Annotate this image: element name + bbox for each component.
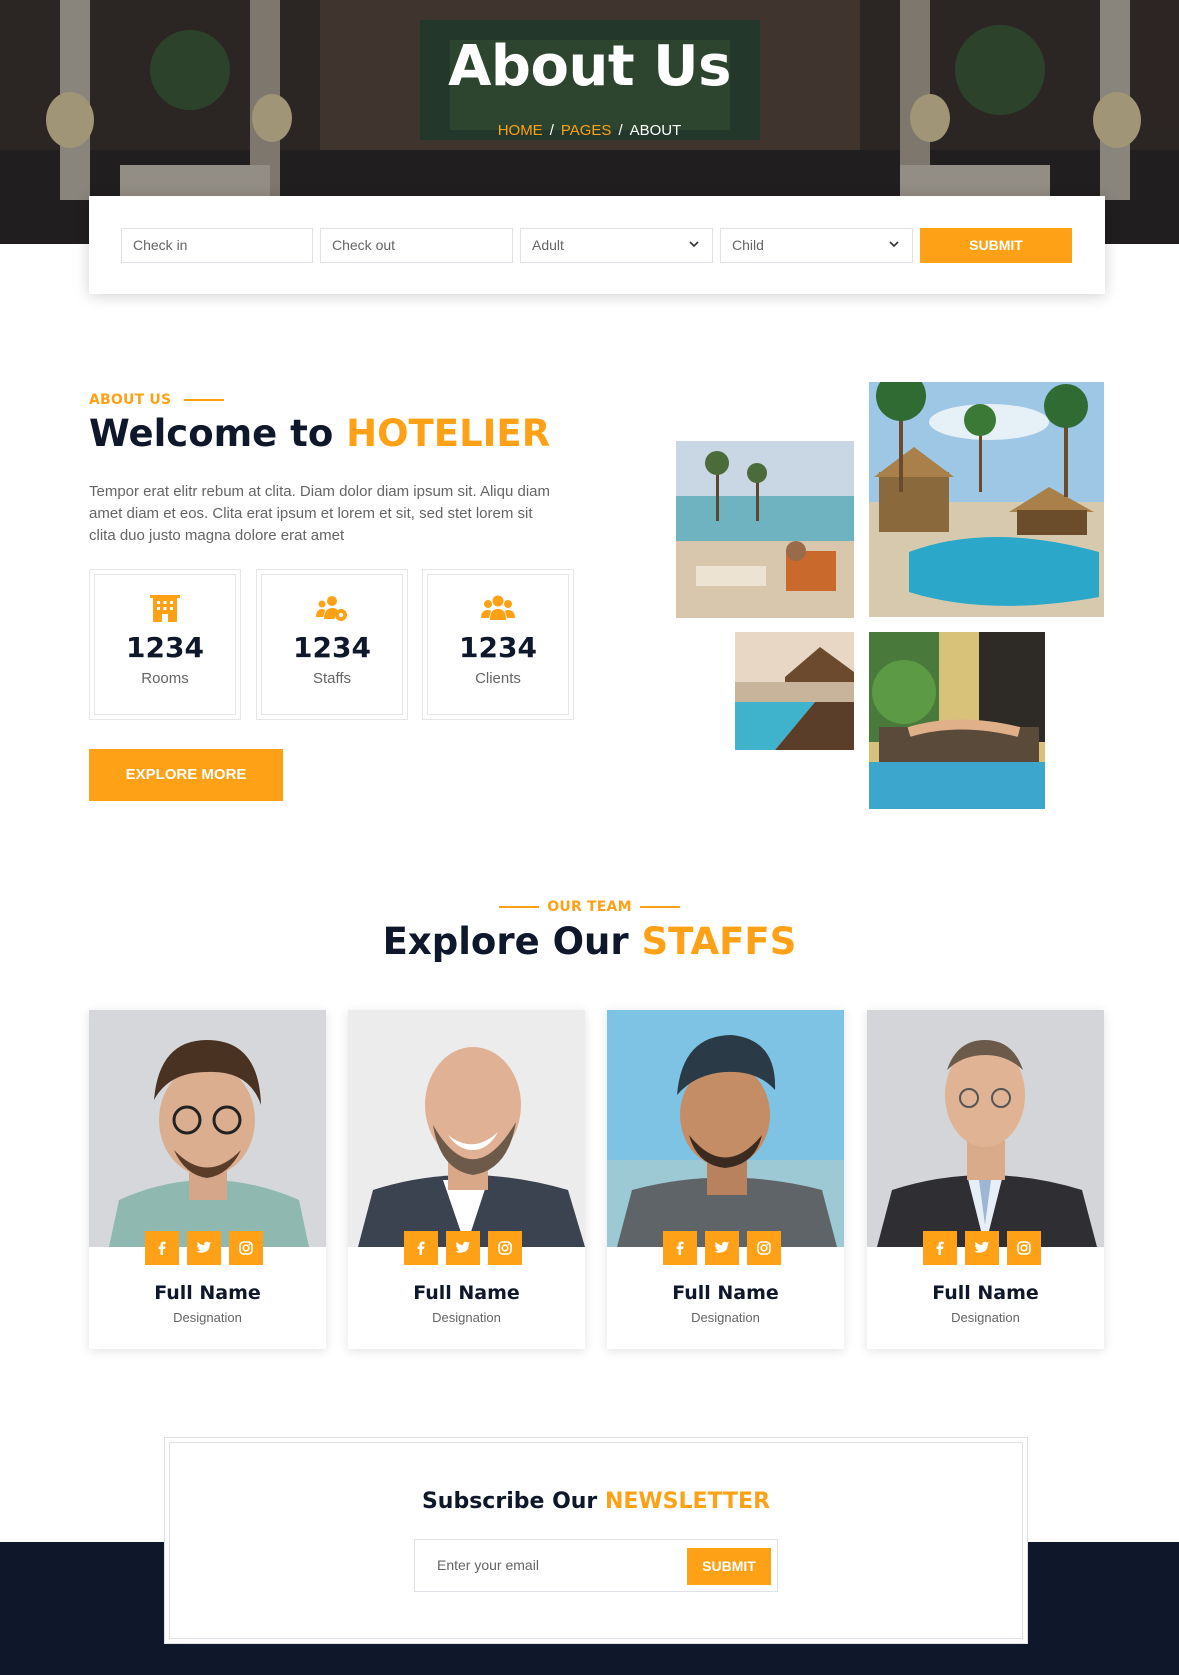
instagram-icon[interactable] (229, 1231, 263, 1265)
instagram-icon[interactable] (747, 1231, 781, 1265)
twitter-icon[interactable] (446, 1231, 480, 1265)
breadcrumb-separator: / (618, 122, 623, 139)
team-member-photo (607, 1010, 844, 1247)
stat-clients: 1234 Clients (422, 569, 574, 720)
stat-value: 1234 (459, 631, 537, 664)
newsletter-submit-button[interactable]: SUBMIT (687, 1548, 771, 1585)
about-image-beach-pool (676, 441, 854, 618)
breadcrumb: HOME / PAGES / ABOUT (0, 122, 1179, 139)
users-cog-icon (316, 596, 347, 621)
booking-form: Check in Check out Adult Child SUBMIT (89, 196, 1105, 294)
adult-select[interactable]: Adult (520, 228, 713, 263)
breadcrumb-separator: / (549, 122, 554, 139)
facebook-icon[interactable] (404, 1231, 438, 1265)
eyebrow-line (639, 905, 680, 908)
about-image-resort-pool (869, 382, 1104, 617)
newsletter-box: Subscribe Our NEWSLETTER Enter your emai… (164, 1437, 1028, 1644)
stat-label: Rooms (141, 670, 189, 687)
stat-label: Staffs (312, 670, 352, 687)
team-member-card: Full Name Designation (348, 1010, 585, 1349)
team-member-designation: Designation (173, 1310, 242, 1325)
check-in-field[interactable]: Check in (121, 228, 313, 263)
team-heading-prefix: Explore Our (382, 920, 642, 963)
breadcrumb-pages-link[interactable]: PAGES (561, 122, 612, 139)
team-member-card: Full Name Designation (867, 1010, 1104, 1349)
team-member-photo (867, 1010, 1104, 1247)
chevron-down-icon (889, 241, 899, 248)
twitter-icon[interactable] (965, 1231, 999, 1265)
social-links (145, 1231, 271, 1265)
team-member-name: Full Name (932, 1282, 1039, 1304)
team-member-photo (348, 1010, 585, 1247)
check-out-placeholder: Check out (332, 237, 396, 253)
facebook-icon[interactable] (923, 1231, 957, 1265)
about-eyebrow-label: ABOUT US (89, 392, 172, 408)
eyebrow-line (499, 905, 540, 908)
about-image-pool-deck (735, 632, 854, 750)
social-links (923, 1231, 1049, 1265)
newsletter-form: Enter your email SUBMIT (414, 1539, 778, 1592)
social-links (404, 1231, 530, 1265)
hotel-icon (150, 595, 180, 622)
team-member-card: Full Name Designation (89, 1010, 326, 1349)
check-in-placeholder: Check in (133, 237, 188, 253)
team-member-name: Full Name (154, 1282, 261, 1304)
stat-value: 1234 (126, 631, 204, 664)
twitter-icon[interactable] (187, 1231, 221, 1265)
child-select-value: Child (732, 237, 764, 253)
team-heading: Explore Our STAFFS (0, 920, 1179, 963)
about-paragraph: Tempor erat elitr rebum at clita. Diam d… (89, 483, 551, 544)
about-heading-accent: HOTELIER (346, 412, 551, 455)
eyebrow-line (183, 398, 224, 401)
team-member-name: Full Name (672, 1282, 779, 1304)
twitter-icon[interactable] (705, 1231, 739, 1265)
stat-label: Clients (475, 670, 521, 687)
newsletter-heading-prefix: Subscribe Our (421, 1489, 605, 1514)
team-member-photo (89, 1010, 326, 1247)
adult-select-value: Adult (532, 237, 564, 253)
team-heading-accent: STAFFS (641, 920, 797, 963)
stat-rooms: 1234 Rooms (89, 569, 241, 720)
booking-submit-button[interactable]: SUBMIT (920, 228, 1072, 263)
explore-more-button[interactable]: EXPLORE MORE (89, 749, 283, 801)
about-eyebrow: ABOUT US (89, 391, 224, 409)
social-links (663, 1231, 789, 1265)
check-out-field[interactable]: Check out (320, 228, 513, 263)
facebook-icon[interactable] (663, 1231, 697, 1265)
newsletter-heading: Subscribe Our NEWSLETTER (170, 1489, 1022, 1514)
team-member-card: Full Name Designation (607, 1010, 844, 1349)
about-image-lounge-chairs (869, 632, 1045, 809)
team-member-designation: Designation (432, 1310, 501, 1325)
chevron-down-icon (689, 241, 699, 248)
breadcrumb-current: ABOUT (629, 122, 682, 139)
users-icon (481, 595, 515, 620)
team-eyebrow-label: OUR TEAM (547, 899, 632, 915)
team-member-designation: Designation (691, 1310, 760, 1325)
about-heading: Welcome to HOTELIER (89, 412, 550, 455)
team-member-designation: Designation (951, 1310, 1020, 1325)
instagram-icon[interactable] (1007, 1231, 1041, 1265)
breadcrumb-home-link[interactable]: HOME (498, 122, 543, 139)
newsletter-email-input[interactable]: Enter your email (437, 1557, 539, 1573)
facebook-icon[interactable] (145, 1231, 179, 1265)
newsletter-heading-accent: NEWSLETTER (604, 1489, 771, 1514)
about-heading-prefix: Welcome to (89, 412, 347, 455)
page-title: About Us (448, 34, 731, 99)
instagram-icon[interactable] (488, 1231, 522, 1265)
team-eyebrow: OUR TEAM (0, 898, 1179, 916)
stat-value: 1234 (293, 631, 371, 664)
child-select[interactable]: Child (720, 228, 913, 263)
team-member-name: Full Name (413, 1282, 520, 1304)
stat-staffs: 1234 Staffs (256, 569, 408, 720)
